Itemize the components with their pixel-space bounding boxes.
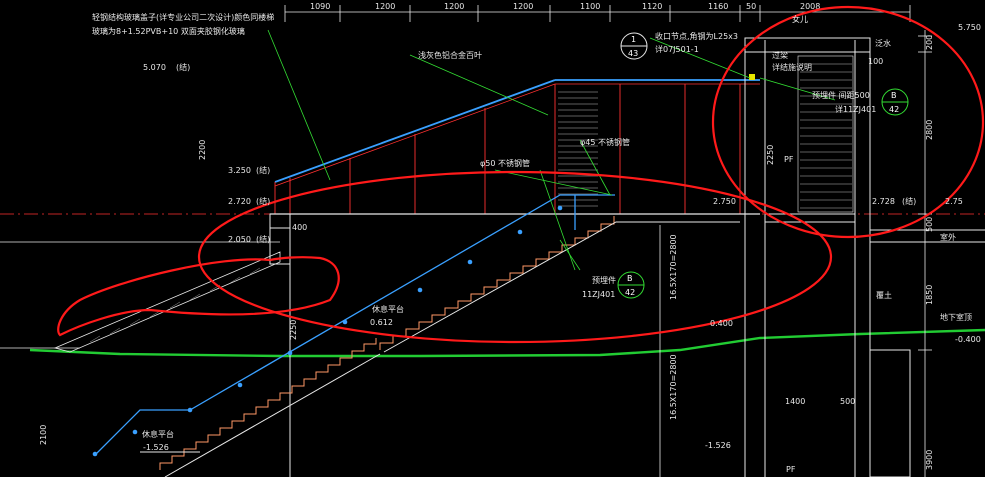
dim-label: 200 bbox=[925, 35, 934, 50]
elevation-suffix: (结) bbox=[256, 234, 270, 244]
note-gutter-2: 详07J501-1 bbox=[655, 44, 699, 54]
note-pf-2: PF bbox=[786, 465, 796, 474]
dim-label: 100 bbox=[868, 57, 883, 66]
elevation-label: 0.400 bbox=[710, 319, 733, 328]
note-canopy-2: 玻璃为8+1.52PVB+10 双面夹胶钢化玻璃 bbox=[92, 26, 245, 36]
detail-marker-3: B 42 bbox=[617, 271, 645, 299]
note-landing-2: 休息平台 bbox=[142, 429, 174, 439]
dim-label: 400 bbox=[292, 223, 307, 232]
dim-label: 1090 bbox=[310, 2, 330, 11]
elevation-label: 3.250 bbox=[228, 166, 251, 175]
top-dimension-labels: 1090 1200 1200 1200 1100 1120 1160 50 20… bbox=[310, 2, 820, 11]
note-overflow-2: 详结施说明 bbox=[772, 62, 812, 72]
elevation-label: 2.728 bbox=[872, 197, 895, 206]
marker-number: B bbox=[627, 274, 633, 283]
dim-label: 2200 bbox=[198, 140, 207, 160]
note-embedded-3: 预埋件 bbox=[592, 275, 616, 285]
leader-lines bbox=[267, 29, 836, 271]
dim-label: 2800 bbox=[925, 120, 934, 140]
detail-marker-1: 1 43 bbox=[620, 32, 648, 60]
dim-label: 1120 bbox=[642, 2, 662, 11]
note-roof-edge-1: 女儿 bbox=[792, 14, 808, 24]
detail-marker-2: B 42 bbox=[881, 88, 909, 116]
marker-number: B bbox=[891, 91, 897, 100]
note-landing-1: 休息平台 bbox=[372, 304, 404, 314]
dim-label: 500 bbox=[925, 217, 934, 232]
marker-sheet: 42 bbox=[889, 105, 899, 114]
note-pf-1: PF bbox=[784, 155, 794, 164]
dim-label: 50 bbox=[746, 2, 756, 11]
note-stainless-45: φ45 不锈钢管 bbox=[580, 137, 630, 147]
dimension-text: 2200 2250 2250 400 2100 1400 500 100 200… bbox=[39, 35, 934, 470]
yellow-node-marker bbox=[749, 74, 755, 80]
elevation-suffix: (结) bbox=[176, 62, 190, 72]
elevation-suffix: (结) bbox=[256, 165, 270, 175]
marker-number: 1 bbox=[631, 35, 636, 44]
note-stair-count-2: 16.5X170=2800 bbox=[669, 354, 678, 420]
note-soil: 覆土 bbox=[876, 290, 892, 300]
elevation-label: -1.526 bbox=[143, 443, 169, 452]
elevation-label: -1.526 bbox=[705, 441, 731, 450]
elevation-label: 2.750 bbox=[713, 197, 736, 206]
note-stainless-50: φ50 不锈钢管 bbox=[480, 158, 530, 168]
cad-drawing-canvas: 1090 1200 1200 1200 1100 1120 1160 50 20… bbox=[0, 0, 985, 477]
note-stair-count-1: 16.5X170=2800 bbox=[669, 234, 678, 300]
dim-label: 1200 bbox=[444, 2, 464, 11]
note-louver: 浅灰色铝合金百叶 bbox=[418, 50, 482, 60]
upper-stair-flight bbox=[379, 216, 740, 353]
dim-label: 1400 bbox=[785, 397, 805, 406]
dim-label: 3900 bbox=[925, 450, 934, 470]
elevation-label: 2.050 bbox=[228, 235, 251, 244]
elevation-label: 2.75 bbox=[945, 197, 963, 206]
elevation-label: -0.400 bbox=[955, 335, 981, 344]
lower-stair-flight bbox=[140, 338, 381, 477]
elevation-label: 5.750 bbox=[958, 23, 981, 32]
dim-label: 2100 bbox=[39, 425, 48, 445]
dim-label: 1200 bbox=[375, 2, 395, 11]
right-shaft bbox=[744, 37, 985, 477]
note-embedded-1: 预埋件 间距500 bbox=[812, 90, 870, 100]
note-right-1: 室外 bbox=[940, 232, 956, 242]
canopy bbox=[270, 79, 760, 215]
note-embedded-4: 11ZJ401 bbox=[582, 290, 615, 299]
section-drawing: 1090 1200 1200 1200 1100 1120 1160 50 20… bbox=[0, 2, 985, 477]
elevation-suffix: (结) bbox=[256, 196, 270, 206]
dim-label: 1100 bbox=[580, 2, 600, 11]
note-canopy-1: 轻钢结构玻璃盖子(详专业公司二次设计)颜色同楼梯 bbox=[92, 12, 274, 22]
dim-label: 2250 bbox=[766, 145, 775, 165]
note-right-2: 地下室顶 bbox=[940, 312, 972, 322]
marker-sheet: 42 bbox=[625, 288, 635, 297]
note-roof-edge-2: 泛水 bbox=[875, 38, 891, 48]
note-embedded-2: 详11ZJ401 bbox=[835, 104, 876, 114]
note-overflow-1: 过梁 bbox=[772, 50, 788, 60]
handrails bbox=[92, 194, 615, 457]
dim-label: 1200 bbox=[513, 2, 533, 11]
elevation-label: 2.720 bbox=[228, 197, 251, 206]
dim-label: 1160 bbox=[708, 2, 728, 11]
marker-sheet: 43 bbox=[628, 49, 638, 58]
elevation-label: 0.612 bbox=[370, 318, 393, 327]
note-gutter-1: 收口节点,角钢为L25x3 bbox=[655, 31, 738, 41]
elevation-label: 5.070 bbox=[143, 63, 166, 72]
elevation-suffix: (结) bbox=[902, 196, 916, 206]
dim-label: 1850 bbox=[925, 285, 934, 305]
dim-label: 500 bbox=[840, 397, 855, 406]
dim-label: 2250 bbox=[289, 320, 298, 340]
shaft-louvers bbox=[797, 55, 854, 213]
markup-annotations bbox=[57, 5, 985, 344]
louver-panel bbox=[558, 91, 598, 207]
markup-ellipse-right bbox=[711, 5, 985, 239]
